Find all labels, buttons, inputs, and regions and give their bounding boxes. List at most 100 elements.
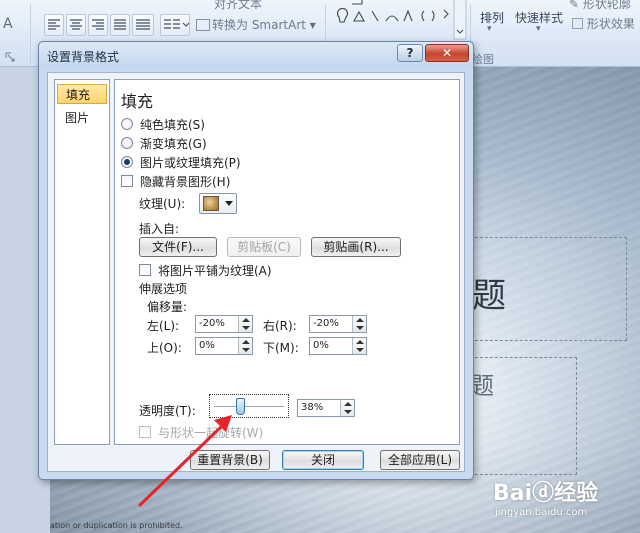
spin-down-icon[interactable] [344, 410, 352, 414]
radio-button[interactable] [121, 137, 133, 149]
chevron-down-icon: ▾ [536, 24, 541, 34]
slider-thumb[interactable] [236, 398, 246, 415]
distributed-button[interactable] [132, 14, 154, 36]
watermark-url: jingyan.baidu.com [495, 507, 588, 518]
section-title: 填充 [121, 92, 154, 111]
offsets-label: 偏移量: [147, 300, 188, 314]
spin-down-icon[interactable] [356, 326, 364, 330]
file-button[interactable]: 文件(F)... [139, 237, 217, 257]
category-list: 填充 图片 [54, 79, 110, 445]
distributed-icon [136, 19, 150, 30]
transparency-slider[interactable] [209, 394, 289, 418]
clipart-button[interactable]: 剪贴画(R)... [311, 237, 401, 257]
checkbox-disabled[interactable] [139, 426, 151, 438]
chevron-down-icon: ▾ [487, 24, 492, 34]
slide-title-fragment: 题 [472, 276, 506, 316]
transparency-value[interactable]: 38% [301, 402, 323, 413]
fill-panel: 填充 纯色填充(S) 渐变填充(G) 图片或纹理填充(P) 隐藏背景图形(H) … [114, 79, 460, 445]
shape-outline-button[interactable]: ✎ 形状轮廓 [569, 0, 631, 12]
left-offset-value[interactable]: -20% [199, 318, 225, 329]
close-icon[interactable]: ✕ [425, 44, 469, 62]
spin-down-icon[interactable] [242, 326, 250, 330]
ribbon-group-drawing: 绘图 [472, 53, 494, 66]
spinner-buttons[interactable] [352, 316, 366, 332]
rotate-with-shape-checkbox[interactable]: 与形状一起旋转(W) [139, 424, 263, 440]
spinner-buttons[interactable] [238, 316, 252, 332]
left-offset-label: 左(L): [147, 319, 180, 333]
align-right-icon [92, 19, 104, 30]
font-group-glyph[interactable]: A [3, 16, 13, 32]
radio-button[interactable] [121, 118, 133, 130]
dialog-body: 填充 图片 填充 纯色填充(S) 渐变填充(G) 图片或纹理填充(P) 隐藏背景… [47, 72, 465, 472]
transparency-spinner[interactable]: 38% [297, 399, 355, 417]
top-offset-spinner[interactable]: 0% [195, 337, 253, 355]
bottom-offset-value[interactable]: 0% [313, 340, 329, 351]
convert-smartart-button[interactable]: 转换为 SmartArt ▾ [196, 16, 316, 33]
checkbox[interactable] [121, 175, 133, 187]
picture-texture-fill-radio[interactable]: 图片或纹理填充(P) [121, 154, 241, 170]
ribbon-group-paragraph-launcher[interactable] [4, 51, 18, 67]
shape-outline-label: 形状轮廓 [582, 0, 631, 11]
picture-texture-fill-label: 图片或纹理填充(P) [140, 155, 241, 170]
spin-up-icon[interactable] [242, 340, 250, 344]
tile-picture-checkbox[interactable]: 将图片平铺为纹理(A) [139, 262, 272, 278]
align-center-icon [70, 19, 82, 30]
spin-up-icon[interactable] [242, 318, 250, 322]
right-offset-label: 右(R): [263, 319, 297, 333]
spin-up-icon[interactable] [344, 402, 352, 406]
slide-footer-note: ation or duplication is prohibited. [50, 521, 183, 530]
spinner-buttons[interactable] [238, 338, 252, 354]
columns-button[interactable] [160, 14, 190, 36]
shapes-gallery[interactable] [332, 0, 467, 40]
stretch-options-caption: 伸展选项 [139, 282, 188, 296]
solid-fill-radio[interactable]: 纯色填充(S) [121, 116, 205, 132]
texture-picker[interactable] [199, 193, 237, 214]
smartart-icon [196, 19, 210, 31]
spinner-buttons[interactable] [352, 338, 366, 354]
tile-picture-label: 将图片平铺为纹理(A) [158, 263, 272, 278]
dialog-titlebar[interactable]: 设置背景格式 ? ✕ [39, 42, 473, 68]
spin-down-icon[interactable] [356, 348, 364, 352]
align-left-icon [48, 19, 60, 30]
transparency-label: 透明度(T): [139, 404, 196, 418]
effects-icon [572, 18, 583, 29]
close-button[interactable]: 关闭 [282, 450, 364, 470]
align-center-button[interactable] [66, 14, 86, 36]
left-offset-spinner[interactable]: -20% [195, 315, 253, 333]
spin-down-icon[interactable] [242, 348, 250, 352]
spin-up-icon[interactable] [356, 340, 364, 344]
gradient-fill-radio[interactable]: 渐变填充(G) [121, 135, 207, 151]
hide-background-graphics-label: 隐藏背景图形(H) [140, 174, 231, 189]
insert-from-label: 插入自: [139, 222, 180, 236]
hide-background-graphics-checkbox[interactable]: 隐藏背景图形(H) [121, 173, 230, 189]
gradient-fill-label: 渐变填充(G) [140, 136, 207, 151]
bottom-offset-spinner[interactable]: 0% [309, 337, 367, 355]
nav-item-picture[interactable]: 图片 [57, 108, 107, 128]
baidu-logo: Baiⓓ经验 [493, 481, 599, 506]
apply-to-all-button[interactable]: 全部应用(L) [380, 450, 460, 470]
shape-effects-button[interactable]: 形状效果 [572, 15, 635, 32]
baidu-watermark: Baiⓓ经验 jingyan.baidu.com [493, 475, 598, 518]
align-left-button[interactable] [44, 14, 64, 36]
spinner-buttons[interactable] [340, 400, 354, 416]
right-offset-value[interactable]: -20% [313, 318, 339, 329]
nav-item-fill[interactable]: 填充 [57, 84, 107, 104]
right-offset-spinner[interactable]: -20% [309, 315, 367, 333]
dialog-title: 设置背景格式 [47, 50, 120, 64]
justify-button[interactable] [110, 14, 130, 36]
radio-button-selected[interactable] [121, 156, 133, 168]
align-text-button[interactable]: 对齐文本 [214, 0, 262, 12]
arrange-button[interactable]: 排列 [480, 9, 504, 26]
justify-icon [114, 19, 126, 30]
align-right-button[interactable] [88, 14, 108, 36]
help-button[interactable]: ? [397, 44, 423, 62]
top-offset-value[interactable]: 0% [199, 340, 215, 351]
reset-background-button[interactable]: 重置背景(B) [190, 450, 270, 470]
chevron-down-icon: ▾ [305, 18, 316, 32]
texture-label: 纹理(U): [139, 197, 186, 211]
checkbox[interactable] [139, 264, 151, 276]
spin-up-icon[interactable] [356, 318, 364, 322]
rotate-with-shape-label: 与形状一起旋转(W) [158, 425, 264, 440]
clipboard-button[interactable]: 剪贴板(C) [227, 237, 301, 257]
texture-swatch [203, 196, 219, 211]
